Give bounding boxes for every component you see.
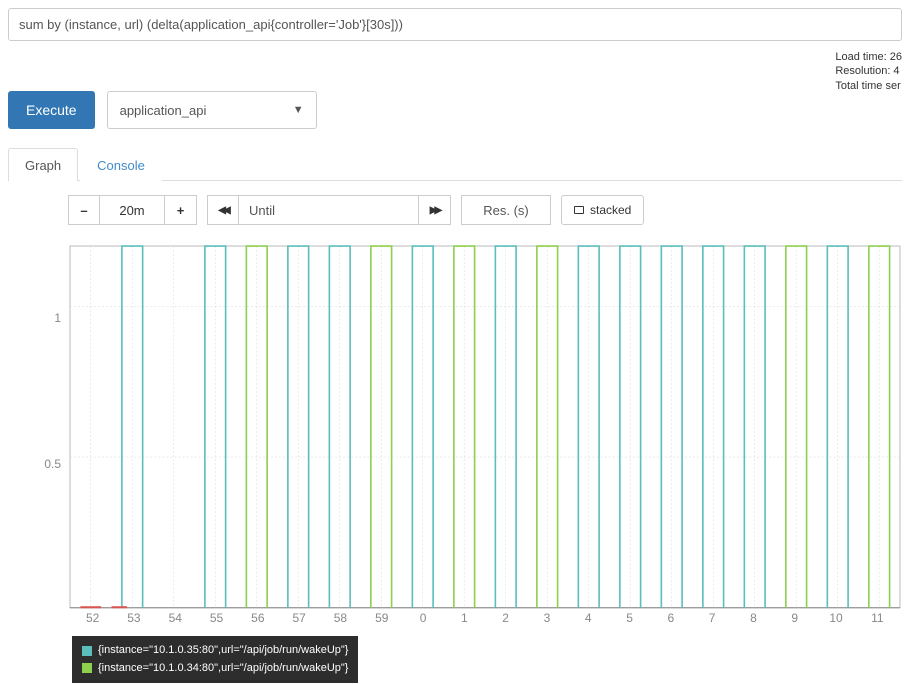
- range-decrease-button[interactable]: –: [68, 195, 100, 225]
- chevron-down-icon: ▼: [293, 104, 304, 116]
- query-info: Load time: 26 Resolution: 4 Total time s…: [835, 50, 902, 93]
- legend-swatch: [82, 646, 92, 656]
- chart-legend: {instance="10.1.0.35:80",url="/api/job/r…: [72, 636, 358, 683]
- legend-label: {instance="10.1.0.34:80",url="/api/job/r…: [98, 660, 348, 678]
- stacked-icon: [574, 206, 584, 214]
- time-back-button[interactable]: ◀◀: [207, 195, 239, 225]
- legend-label: {instance="10.1.0.35:80",url="/api/job/r…: [98, 642, 348, 660]
- range-increase-button[interactable]: +: [165, 195, 197, 225]
- stacked-label: stacked: [590, 203, 631, 217]
- legend-item[interactable]: {instance="10.1.0.34:80",url="/api/job/r…: [82, 660, 348, 678]
- time-nav-group: ◀◀ Until ▶▶: [207, 195, 451, 225]
- range-group: – 20m +: [68, 195, 197, 225]
- legend-item[interactable]: {instance="10.1.0.35:80",url="/api/job/r…: [82, 642, 348, 660]
- chart-plot[interactable]: [68, 241, 902, 638]
- metric-select[interactable]: application_api ▼: [107, 91, 317, 129]
- legend-swatch: [82, 663, 92, 673]
- result-tabs: Graph Console: [8, 147, 902, 181]
- time-forward-button[interactable]: ▶▶: [419, 195, 451, 225]
- resolution: Resolution: 4: [835, 64, 902, 78]
- total-series: Total time ser: [835, 79, 902, 93]
- metric-select-value: application_api: [120, 103, 207, 118]
- tab-graph[interactable]: Graph: [8, 148, 78, 181]
- query-input[interactable]: sum by (instance, url) (delta(applicatio…: [8, 8, 902, 41]
- stacked-toggle[interactable]: stacked: [561, 195, 644, 225]
- load-time: Load time: 26: [835, 50, 902, 64]
- resolution-input[interactable]: Res. (s): [461, 195, 551, 225]
- y-axis-labels: 1 0.5: [33, 241, 61, 606]
- range-input[interactable]: 20m: [100, 195, 165, 225]
- time-until-input[interactable]: Until: [239, 195, 419, 225]
- execute-button[interactable]: Execute: [8, 91, 95, 129]
- tab-console[interactable]: Console: [80, 148, 162, 181]
- x-axis-labels: 525354555657585901234567891011: [70, 611, 902, 631]
